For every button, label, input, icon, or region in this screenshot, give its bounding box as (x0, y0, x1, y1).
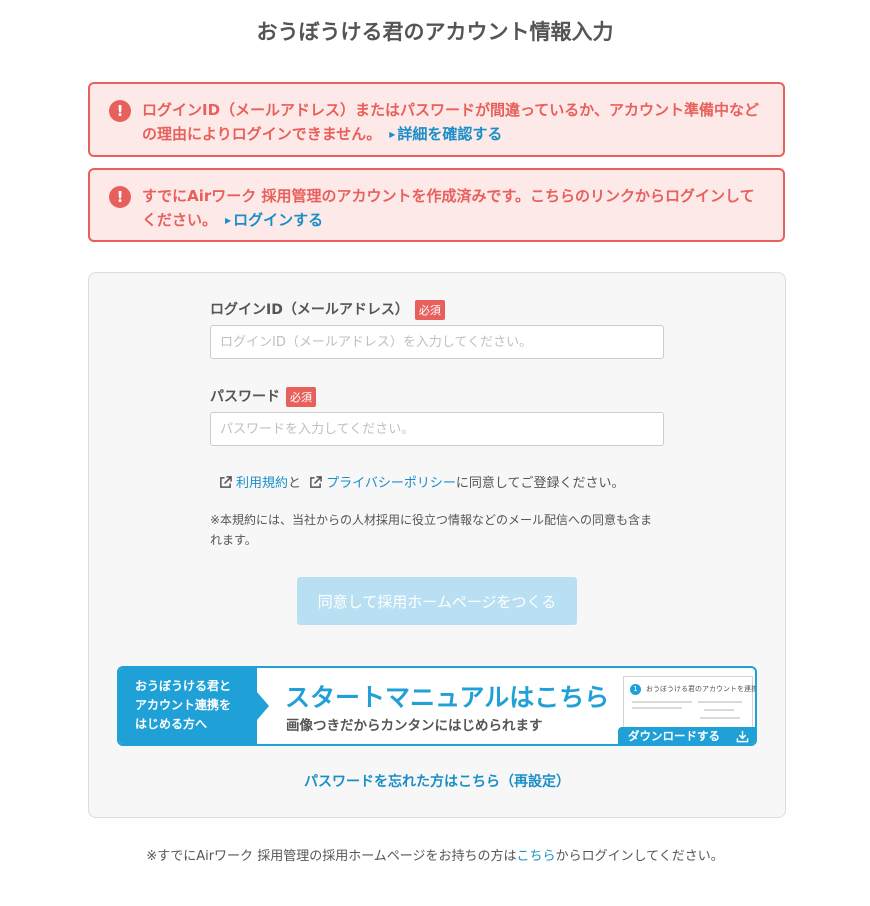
terms-note: ※本規約には、当社からの人材採用に役立つ情報などのメール配信への同意も含まれます… (210, 513, 653, 547)
external-link-icon (310, 476, 322, 488)
triangle-right-icon: ▶ (225, 215, 232, 225)
required-badge: 必須 (414, 300, 445, 320)
thumbnail-line (700, 717, 740, 719)
banner-left-line: はじめる方へ (135, 717, 208, 731)
banner-arrow (257, 692, 269, 720)
login-link[interactable]: ▶ ログインする (225, 211, 323, 229)
details-link[interactable]: ▶ 詳細を確認する (389, 125, 502, 143)
footer-prefix: ※すでにAirワーク 採用管理の採用ホームページをお持ちの方は (146, 849, 517, 864)
thumbnail-line (704, 709, 734, 711)
step-number-badge: 1 (630, 684, 641, 695)
page-title: おうぼうける君のアカウント情報入力 (256, 20, 614, 44)
terms-link[interactable]: 利用規約 (236, 476, 288, 491)
manual-thumbnail: 1 おうぼうける君のアカウントを連携する (623, 676, 755, 734)
privacy-policy-link[interactable]: プライバシーポリシー (326, 476, 456, 491)
login-id-label: ログインID（メールアドレス） 必須 (210, 299, 445, 320)
exclamation-icon: ! (109, 186, 131, 208)
download-icon (736, 730, 749, 743)
thumbnail-line (632, 707, 682, 709)
download-label: ダウンロードする (628, 729, 720, 743)
forgot-password-link[interactable]: パスワードを忘れた方はこちら（再設定） (89, 771, 785, 791)
account-exists-alert: ! すでにAirワーク 採用管理のアカウントを作成済みです。こちらのリンクからロ… (88, 168, 785, 242)
details-link-label: 詳細を確認する (397, 125, 503, 143)
banner-left-panel: おうぼうける君と アカウント連携を はじめる方へ (119, 668, 257, 744)
triangle-right-icon: ▶ (389, 129, 396, 139)
password-label-text: パスワード (210, 389, 280, 405)
banner-title: スタートマニュアルはこちら (285, 683, 610, 712)
password-label: パスワード 必須 (210, 386, 316, 407)
password-input[interactable] (210, 412, 664, 446)
banner-left-line: おうぼうける君と (135, 679, 232, 693)
login-link-label: ログインする (233, 211, 324, 229)
banner-left-line: アカウント連携を (135, 698, 232, 712)
login-error-alert: ! ログインID（メールアドレス）またはパスワードが間違っているか、アカウント準… (88, 82, 785, 157)
agree-and-create-button[interactable]: 同意して採用ホームページをつくる (297, 577, 577, 625)
terms-suffix-text: に同意してご登録ください。 (455, 476, 625, 491)
login-id-input[interactable] (210, 325, 664, 359)
start-manual-banner[interactable]: おうぼうける君と アカウント連携を はじめる方へ スタートマニュアルはこちら 画… (117, 666, 757, 746)
thumbnail-line (632, 701, 692, 703)
exclamation-icon: ! (109, 100, 131, 122)
footer-login-link[interactable]: こちら (517, 849, 556, 864)
terms-and-text: と (288, 476, 302, 491)
required-badge: 必須 (286, 387, 316, 407)
login-id-label-text: ログインID（メールアドレス） (210, 302, 409, 318)
external-link-icon (220, 476, 232, 488)
download-button[interactable]: ダウンロードする (618, 727, 755, 744)
thumbnail-line (698, 701, 742, 703)
login-form-card: ログインID（メールアドレス）必須 パスワード必須 利用規約と プライバシーポリ… (88, 272, 786, 818)
footer-suffix: からログインしてください。 (555, 849, 724, 864)
thumbnail-title: おうぼうける君のアカウントを連携する (646, 685, 755, 693)
banner-subtitle: 画像つきだからカンタンにはじめられます (286, 718, 543, 734)
terms-consent-text: 利用規約と プライバシーポリシーに同意してご登録ください。 (219, 472, 625, 491)
footer-note: ※すでにAirワーク 採用管理の採用ホームページをお持ちの方はこちらからログイン… (0, 845, 870, 864)
